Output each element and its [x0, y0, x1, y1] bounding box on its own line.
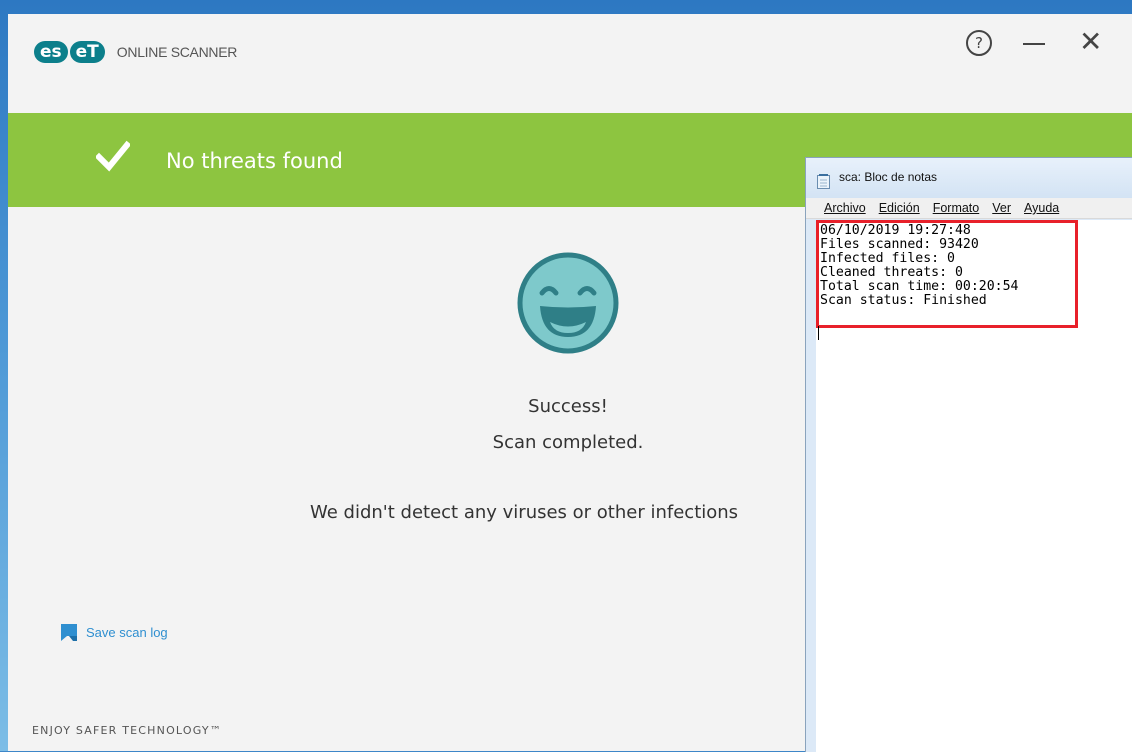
- notepad-text-area[interactable]: 06/10/2019 19:27:48 Files scanned: 93420…: [816, 220, 1132, 752]
- notepad-titlebar[interactable]: sca: Bloc de notas: [806, 158, 1132, 198]
- notepad-title: sca: Bloc de notas: [839, 170, 938, 184]
- notepad-icon: [817, 174, 830, 189]
- smiley-icon: [517, 252, 619, 354]
- menu-ver[interactable]: Ver: [992, 201, 1011, 215]
- eset-logo-pill-right: eT: [69, 41, 105, 63]
- save-scan-log-label: Save scan log: [86, 625, 168, 640]
- eset-logo-pill-left: es: [34, 41, 68, 63]
- eset-header: es eT ONLINE SCANNER ? ✕: [8, 14, 1132, 113]
- menu-archivo[interactable]: Archivo: [824, 201, 866, 215]
- footer-slogan: ENJOY SAFER TECHNOLOGY™: [32, 724, 223, 737]
- checkmark-icon: [96, 140, 130, 172]
- close-button[interactable]: ✕: [1079, 25, 1102, 58]
- eset-logo: es eT ONLINE SCANNER: [34, 41, 237, 63]
- save-scan-log-link[interactable]: Save scan log: [61, 624, 168, 641]
- eset-logo-mark: es eT: [34, 41, 105, 63]
- success-subtitle: Scan completed.: [492, 432, 644, 453]
- notepad-menubar: Archivo Edición Formato Ver Ayuda: [806, 198, 1132, 219]
- red-highlight-box: [816, 220, 1078, 328]
- save-log-icon: [61, 624, 77, 641]
- menu-ayuda[interactable]: Ayuda: [1024, 201, 1059, 215]
- menu-formato[interactable]: Formato: [933, 201, 980, 215]
- menu-edicion[interactable]: Edición: [879, 201, 920, 215]
- product-name: ONLINE SCANNER: [116, 44, 238, 60]
- text-caret: [818, 326, 819, 340]
- success-title: Success!: [528, 396, 608, 417]
- notepad-window: sca: Bloc de notas Archivo Edición Forma…: [805, 157, 1132, 752]
- banner-text: No threats found: [166, 149, 343, 173]
- minimize-button[interactable]: [1023, 43, 1045, 45]
- help-button[interactable]: ?: [966, 30, 992, 56]
- result-description: We didn't detect any viruses or other in…: [310, 502, 739, 523]
